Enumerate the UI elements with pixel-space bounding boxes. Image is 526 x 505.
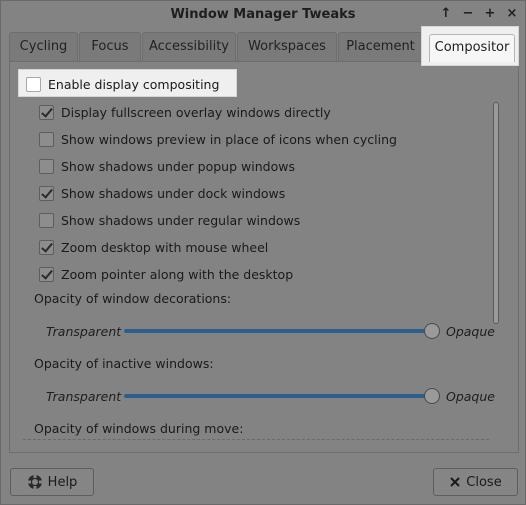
tab-cycling[interactable]: Cycling: [9, 32, 78, 61]
window: Window Manager Tweaks ↑ − + × Cycling Fo…: [0, 0, 526, 505]
slider-max-label: Opaque: [446, 389, 495, 404]
slider-min-label: Transparent: [46, 389, 122, 404]
close-button-label: Close: [466, 474, 502, 490]
checkbox-fullscreen-overlay[interactable]: [39, 104, 54, 120]
checkbox-windows-preview[interactable]: [39, 131, 54, 147]
tab-compositor[interactable]: Compositor: [429, 34, 515, 62]
checkbox-zoom-desktop[interactable]: [39, 239, 54, 255]
slider-max-label: Opaque: [446, 324, 495, 339]
tab-workspaces[interactable]: Workspaces: [237, 32, 337, 61]
lifebuoy-icon: [27, 474, 43, 490]
slider-handle[interactable]: [424, 388, 440, 404]
decorations-opacity-slider: Transparent Opaque: [46, 322, 496, 342]
title-bar[interactable]: Window Manager Tweaks ↑ − + ×: [1, 1, 525, 29]
close-button[interactable]: Close: [433, 468, 518, 496]
enable-compositing-checkbox[interactable]: Enable display compositing: [26, 75, 219, 93]
vertical-scrollbar[interactable]: [492, 99, 502, 439]
checkbox-shadows-popup[interactable]: [39, 158, 54, 174]
option-shadows-regular[interactable]: Show shadows under regular windows: [39, 211, 300, 229]
option-zoom-pointer[interactable]: Zoom pointer along with the desktop: [39, 265, 293, 283]
inactive-opacity-slider: Transparent Opaque: [46, 387, 496, 407]
checkbox-shadows-dock[interactable]: [39, 185, 54, 201]
keep-above-button[interactable]: ↑: [437, 5, 455, 23]
slider-min-label: Transparent: [46, 324, 122, 339]
option-label: Show shadows under dock windows: [61, 185, 286, 201]
scrollbar-thumb[interactable]: [493, 102, 499, 324]
help-button[interactable]: Help: [10, 468, 94, 496]
option-label: Show shadows under popup windows: [61, 158, 295, 174]
tab-focus[interactable]: Focus: [79, 32, 141, 61]
option-label: Show shadows under regular windows: [61, 212, 301, 228]
option-fullscreen-overlay[interactable]: Display fullscreen overlay windows direc…: [39, 103, 331, 121]
close-window-button[interactable]: ×: [503, 5, 521, 23]
option-label: Zoom desktop with mouse wheel: [61, 239, 269, 255]
option-label: Display fullscreen overlay windows direc…: [61, 104, 331, 120]
option-label: Show windows preview in place of icons w…: [61, 131, 397, 147]
maximize-button[interactable]: +: [481, 5, 499, 23]
slider-track[interactable]: [124, 329, 432, 333]
option-shadows-dock[interactable]: Show shadows under dock windows: [39, 184, 285, 202]
help-button-label: Help: [47, 474, 78, 490]
option-shadows-popup[interactable]: Show shadows under popup windows: [39, 157, 295, 175]
enable-compositing-label: Enable display compositing: [48, 76, 220, 92]
slider-track[interactable]: [124, 394, 432, 398]
slider-handle[interactable]: [424, 323, 440, 339]
inactive-opacity-label: Opacity of inactive windows:: [34, 356, 214, 371]
checkbox-zoom-pointer[interactable]: [39, 266, 54, 282]
move-opacity-label: Opacity of windows during move:: [34, 421, 244, 436]
minimize-button[interactable]: −: [459, 5, 477, 23]
tab-placement[interactable]: Placement: [338, 32, 423, 61]
scroll-edge-divider: [23, 439, 489, 440]
option-windows-preview[interactable]: Show windows preview in place of icons w…: [39, 130, 397, 148]
enable-compositing-box[interactable]: [26, 76, 41, 92]
option-zoom-desktop[interactable]: Zoom desktop with mouse wheel: [39, 238, 268, 256]
tab-accessibility[interactable]: Accessibility: [142, 32, 236, 61]
option-label: Zoom pointer along with the desktop: [61, 266, 294, 282]
checkbox-shadows-regular[interactable]: [39, 212, 54, 228]
close-icon: [449, 476, 461, 488]
decorations-opacity-label: Opacity of window decorations:: [34, 291, 232, 306]
